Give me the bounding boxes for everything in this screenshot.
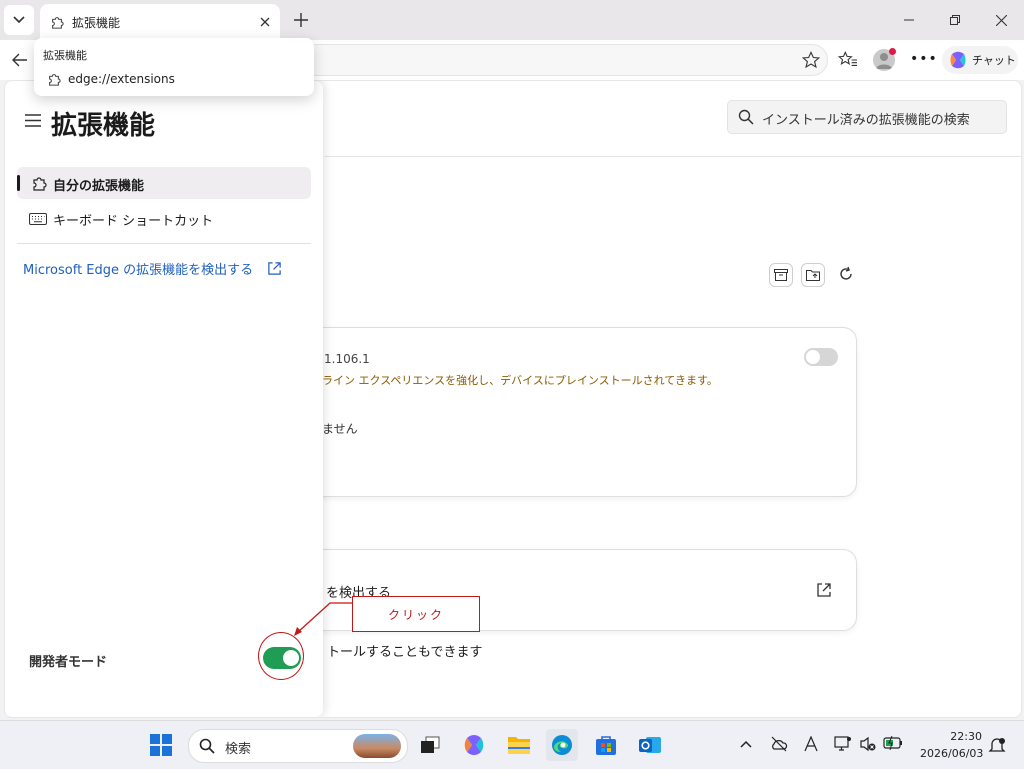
archive-icon	[774, 269, 788, 281]
selection-indicator	[17, 175, 20, 191]
sidebar: 拡張機能 自分の拡張機能 キーボード ショートカット Microsoft Edg…	[5, 81, 323, 717]
tab-close-button[interactable]	[256, 13, 274, 31]
taskbar-search[interactable]: 検索	[188, 729, 408, 763]
search-placeholder: インストール済みの拡張機能の検索	[762, 113, 970, 128]
folder-icon	[806, 270, 820, 281]
header-divider	[325, 156, 1021, 157]
notification-bell-icon[interactable]	[988, 737, 1006, 753]
copilot-icon	[950, 51, 966, 69]
file-explorer-button[interactable]	[503, 729, 535, 761]
sidebar-divider	[17, 243, 311, 244]
clock-date[interactable]: 2026/06/03	[920, 747, 983, 760]
search-highlight-image	[353, 734, 401, 758]
sidebar-title: 拡張機能	[51, 111, 156, 141]
edge-browser-icon	[552, 735, 572, 755]
favorites-icon[interactable]	[838, 51, 858, 69]
close-window-button[interactable]	[978, 0, 1024, 40]
folder-icon	[508, 737, 530, 754]
refresh-icon	[840, 266, 852, 280]
address-suggestion-dropdown: 拡張機能 edge://extensions	[34, 38, 314, 96]
minimize-button[interactable]	[886, 0, 932, 40]
extension-version: 1.106.1	[324, 352, 370, 366]
outlook-app-button[interactable]	[634, 729, 666, 761]
store-icon	[596, 736, 616, 755]
puzzle-icon	[52, 17, 64, 29]
more-options-icon[interactable]: •••	[910, 51, 938, 67]
store-install-text: トールすることもできます	[327, 645, 483, 660]
puzzle-icon	[49, 74, 61, 86]
task-view-icon	[421, 736, 440, 753]
discover-extensions-link[interactable]: Microsoft Edge の拡張機能を検出する	[23, 259, 253, 278]
reload-button[interactable]	[835, 263, 857, 285]
m365-app-button[interactable]	[458, 729, 490, 761]
extension-enable-toggle[interactable]	[804, 348, 838, 366]
puzzle-icon	[33, 177, 47, 191]
pack-extension-button[interactable]	[769, 263, 793, 287]
developer-mode-label: 開発者モード	[29, 655, 108, 670]
tab-title: 拡張機能	[72, 16, 121, 30]
title-bar: 拡張機能	[0, 0, 1024, 40]
input-method-icon[interactable]	[803, 736, 819, 752]
search-icon	[199, 738, 215, 754]
sidebar-item-label: 自分の拡張機能	[53, 179, 145, 194]
extension-search-input[interactable]: インストール済みの拡張機能の検索	[727, 100, 1007, 134]
display-icon[interactable]	[834, 736, 852, 752]
chat-label: チャット	[972, 54, 1016, 67]
edge-app-button[interactable]	[546, 729, 578, 761]
restore-icon	[950, 15, 960, 25]
minimize-icon	[904, 19, 914, 21]
dropdown-url-suggestion[interactable]: edge://extensions	[68, 72, 175, 86]
speaker-muted-icon[interactable]	[859, 736, 877, 752]
sidebar-item-label: キーボード ショートカット	[53, 214, 214, 229]
back-button[interactable]	[8, 48, 32, 72]
external-link-icon[interactable]	[267, 261, 282, 276]
notification-dot	[889, 48, 896, 55]
tab-list-button[interactable]	[4, 5, 34, 35]
taskbar: 検索 22:30 2026/06/03	[0, 720, 1024, 769]
annotation-label: クリック	[387, 608, 444, 622]
plus-icon	[294, 13, 308, 27]
annotation-callout: クリック	[352, 596, 480, 632]
extension-description: ライン エクスペリエンスを強化し、デバイスにプレインストールされてきます。	[322, 374, 718, 387]
external-link-icon[interactable]	[816, 582, 832, 598]
sidebar-item-keyboard-shortcuts[interactable]: キーボード ショートカット	[17, 203, 311, 235]
cloud-off-icon[interactable]	[770, 736, 788, 752]
new-tab-button[interactable]	[290, 9, 312, 31]
dropdown-page-title: 拡張機能	[43, 49, 87, 62]
microsoft-365-icon	[464, 735, 484, 755]
toggle-knob	[806, 350, 820, 364]
copilot-chat-button[interactable]: チャット	[942, 46, 1018, 74]
star-icon[interactable]	[802, 51, 820, 69]
hamburger-menu-icon[interactable]	[25, 114, 41, 127]
annotation-highlight-circle	[258, 632, 304, 680]
restore-button[interactable]	[932, 0, 978, 40]
tab-extensions[interactable]: 拡張機能	[40, 4, 280, 40]
clock-time[interactable]: 22:30	[944, 730, 982, 743]
close-icon	[260, 17, 270, 27]
extensions-page: インストール済みの拡張機能の検索 1.106.1 ライン エクスペリエンスを強化…	[4, 80, 1022, 718]
search-icon	[738, 109, 754, 125]
arrow-left-icon	[12, 53, 27, 67]
outlook-icon	[639, 737, 661, 753]
chevron-down-icon	[13, 16, 25, 24]
battery-charging-icon[interactable]	[883, 736, 903, 750]
windows-start-icon[interactable]	[150, 734, 172, 756]
extension-card: 1.106.1 ライン エクスペリエンスを強化し、デバイスにプレインストールされ…	[275, 327, 857, 497]
chevron-up-icon[interactable]	[740, 740, 752, 748]
close-icon	[995, 14, 1007, 26]
sidebar-item-my-extensions[interactable]: 自分の拡張機能	[17, 167, 311, 199]
task-view-button[interactable]	[414, 729, 446, 761]
taskbar-search-label: 検索	[225, 742, 252, 757]
keyboard-icon	[29, 213, 47, 225]
extension-status: ません	[322, 422, 358, 436]
load-unpacked-button[interactable]	[801, 263, 825, 287]
store-app-button[interactable]	[590, 729, 622, 761]
